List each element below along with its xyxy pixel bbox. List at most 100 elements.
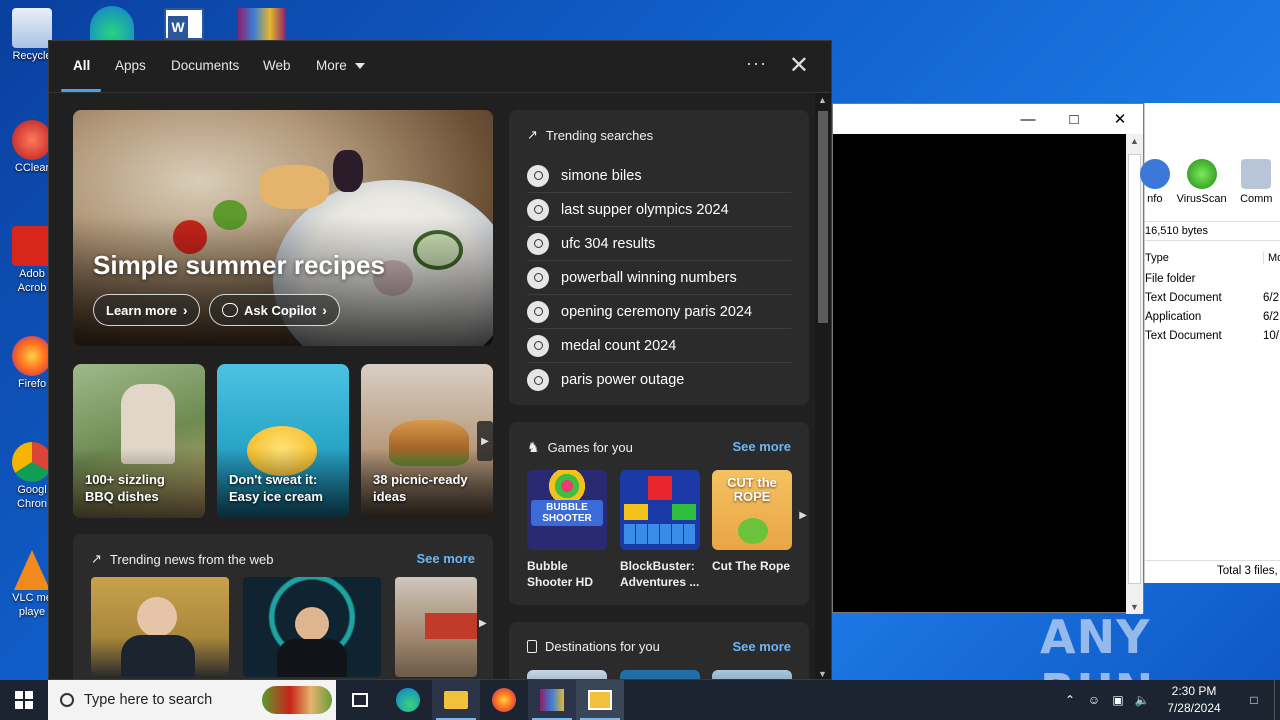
- destination-image[interactable]: [712, 670, 792, 679]
- tab-documents[interactable]: Documents: [171, 58, 239, 73]
- games-see-more-link[interactable]: See more: [732, 439, 791, 454]
- file-modified: 6/2: [1263, 311, 1279, 323]
- trending-search-text: ufc 304 results: [561, 235, 656, 252]
- tab-apps[interactable]: Apps: [115, 58, 146, 73]
- file-row[interactable]: Text Document 10/: [1145, 330, 1280, 349]
- tab-web[interactable]: Web: [263, 58, 291, 73]
- column-modified[interactable]: Mo: [1263, 252, 1280, 264]
- game-thumbnail-text: CUT the ROPE: [727, 475, 777, 505]
- news-see-more-link[interactable]: See more: [416, 551, 475, 566]
- tab-more[interactable]: More: [316, 58, 365, 73]
- carousel-next-icon[interactable]: ▶: [477, 421, 493, 461]
- destination-image[interactable]: [527, 670, 607, 679]
- column-header: Type Mo: [1145, 249, 1280, 269]
- trending-search-item[interactable]: medal count 2024: [527, 329, 791, 363]
- file-row[interactable]: File folder: [1145, 273, 1280, 292]
- panel-scrollbar[interactable]: ▲ ▼: [815, 93, 831, 679]
- news-image[interactable]: [395, 577, 477, 677]
- file-manager-window[interactable]: nfo VirusScan Comm 16,510 bytes Type Mo …: [1139, 103, 1280, 583]
- folder-icon: [444, 691, 468, 709]
- trending-search-item[interactable]: simone biles: [527, 159, 791, 193]
- file-row[interactable]: Text Document 6/2: [1145, 292, 1280, 311]
- hero-banner[interactable]: Simple summer recipes Learn more › Ask C…: [73, 110, 493, 346]
- desktop-icon-word[interactable]: W: [164, 8, 204, 40]
- trending-search-item[interactable]: powerball winning numbers: [527, 261, 791, 295]
- recipe-card[interactable]: Don't sweat it: Easy ice cream: [217, 364, 349, 518]
- maximize-button[interactable]: □: [1051, 111, 1097, 128]
- taskbar-firefox[interactable]: [480, 680, 528, 720]
- ribbon-info-button[interactable]: nfo: [1139, 155, 1171, 215]
- trending-search-item[interactable]: opening ceremony paris 2024: [527, 295, 791, 329]
- taskbar-search-box[interactable]: Type here to search: [48, 680, 336, 720]
- search-icon: [527, 369, 549, 391]
- destination-image[interactable]: [620, 670, 700, 679]
- search-tabs: All Apps Documents Web More ··· ✕: [49, 41, 831, 93]
- recipe-card[interactable]: 38 picnic-ready ideas: [361, 364, 493, 518]
- tab-all[interactable]: All: [73, 58, 90, 73]
- learn-more-button[interactable]: Learn more ›: [93, 294, 201, 326]
- news-image[interactable]: [243, 577, 381, 677]
- trending-search-text: last supper olympics 2024: [561, 201, 729, 218]
- clock[interactable]: 2:30 PM 7/28/2024: [1154, 683, 1234, 717]
- scrollbar-thumb[interactable]: [818, 111, 828, 323]
- file-modified: 6/2: [1263, 292, 1279, 304]
- ask-copilot-button[interactable]: Ask Copilot ›: [209, 294, 340, 326]
- trending-search-item[interactable]: last supper olympics 2024: [527, 193, 791, 227]
- trending-news-header: ↗ Trending news from the web: [91, 551, 273, 567]
- terminal-icon: [588, 690, 612, 710]
- trending-news-section: ↗ Trending news from the web See more ▶: [73, 534, 493, 679]
- trending-search-item[interactable]: ufc 304 results: [527, 227, 791, 261]
- vlc-icon: [14, 550, 50, 590]
- news-carousel-next-icon[interactable]: ▶: [479, 618, 487, 629]
- hero-image-eggplant: [333, 150, 363, 192]
- game-tile[interactable]: CUT the ROPE Cut The Rope: [712, 470, 792, 574]
- people-icon[interactable]: ☺: [1082, 693, 1106, 707]
- trending-news-title: Trending news from the web: [109, 551, 274, 567]
- hero-title: Simple summer recipes: [93, 250, 385, 280]
- show-desktop-button[interactable]: [1274, 680, 1280, 720]
- taskbar-terminal[interactable]: [576, 680, 624, 720]
- windows-logo-icon: [15, 691, 33, 709]
- luggage-icon: [527, 640, 537, 653]
- recipe-card[interactable]: 100+ sizzling BBQ dishes: [73, 364, 205, 518]
- chevron-up-icon[interactable]: ⌃: [1058, 693, 1082, 707]
- game-tile[interactable]: BUBBLE SHOOTER Bubble Shooter HD: [527, 470, 607, 590]
- taskbar-edge[interactable]: [384, 680, 432, 720]
- trending-search-item[interactable]: paris power outage: [527, 363, 791, 397]
- game-label: Cut The Rope: [712, 559, 790, 573]
- start-button[interactable]: [0, 680, 48, 720]
- system-tray: ⌃ ☺ ▣ 🔈 2:30 PM 7/28/2024 □: [1058, 680, 1280, 720]
- game-tile[interactable]: BlockBuster: Adventures ...: [620, 470, 700, 590]
- notifications-icon[interactable]: □: [1234, 693, 1274, 707]
- file-row[interactable]: Application 6/2: [1145, 311, 1280, 330]
- file-type: File folder: [1145, 273, 1196, 285]
- firefox-icon: [492, 688, 516, 712]
- ribbon-command-button[interactable]: Comm: [1233, 155, 1280, 215]
- desktop-icon-winrar[interactable]: [238, 8, 286, 40]
- ribbon-label: nfo: [1147, 193, 1163, 205]
- ribbon-label: VirusScan: [1176, 193, 1227, 205]
- taskbar-winrar[interactable]: [528, 680, 576, 720]
- close-button[interactable]: ✕: [1097, 110, 1143, 128]
- learn-more-label: Learn more: [106, 302, 177, 318]
- volume-icon[interactable]: 🔈: [1130, 693, 1154, 707]
- clock-date: 7/28/2024: [1167, 701, 1221, 715]
- destinations-see-more-link[interactable]: See more: [732, 639, 791, 654]
- ellipsis-icon[interactable]: ···: [746, 53, 767, 74]
- chevron-right-icon: ›: [322, 302, 327, 318]
- column-type[interactable]: Type: [1145, 252, 1169, 264]
- status-text: Total 3 files,: [1217, 565, 1278, 577]
- ribbon-virusscan-button[interactable]: VirusScan: [1177, 155, 1227, 215]
- console-window[interactable]: — □ ✕ ▲ ▼: [832, 103, 1144, 614]
- trending-searches-section: ↗ Trending searches simone biles last su…: [509, 110, 809, 405]
- task-view-button[interactable]: [336, 680, 384, 720]
- games-carousel-next-icon[interactable]: ▶: [799, 510, 807, 521]
- taskbar-file-explorer[interactable]: [432, 680, 480, 720]
- recipe-caption: 100+ sizzling BBQ dishes: [85, 471, 165, 505]
- news-image[interactable]: [91, 577, 229, 677]
- close-icon[interactable]: ✕: [789, 51, 809, 80]
- desktop-icon-edge[interactable]: [90, 6, 134, 40]
- command-icon: [1241, 159, 1272, 189]
- network-icon[interactable]: ▣: [1106, 693, 1130, 707]
- minimize-button[interactable]: —: [1005, 111, 1051, 128]
